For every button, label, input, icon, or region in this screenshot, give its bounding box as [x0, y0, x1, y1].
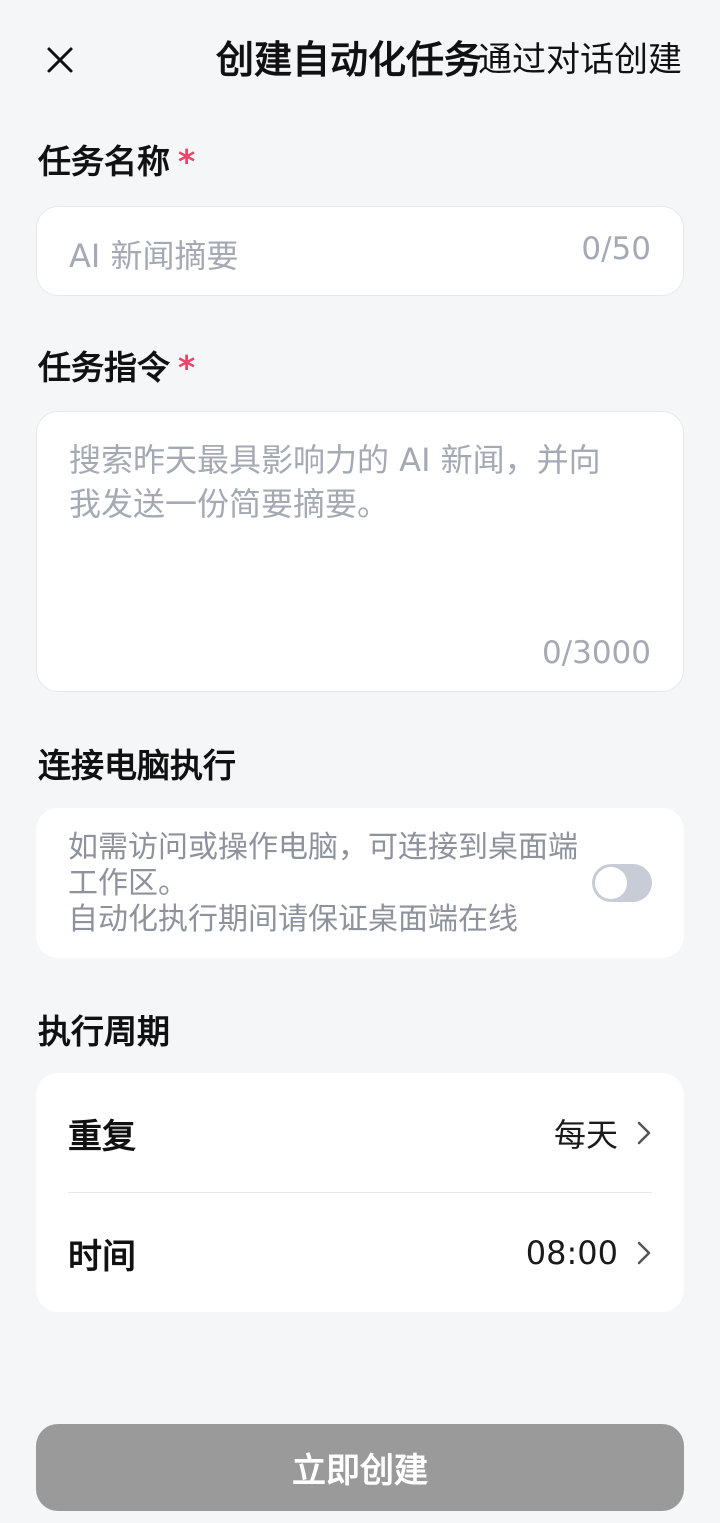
schedule-label: 执行周期 [38, 1012, 170, 1051]
time-label: 时间 [68, 1236, 136, 1277]
required-mark: * [178, 348, 196, 387]
close-button[interactable] [40, 40, 80, 80]
header: 创建自动化任务 通过对话创建 [0, 0, 720, 120]
task-name-label-text: 任务名称 [38, 142, 170, 181]
create-via-dialog-button[interactable]: 通过对话创建 [478, 38, 682, 82]
computer-exec-description: 如需访问或操作电脑，可连接到桌面端工作区。 自动化执行期间请保证桌面端在线 [68, 830, 578, 938]
computer-exec-description-line2: 自动化执行期间请保证桌面端在线 [68, 902, 518, 937]
chevron-right-icon [637, 1241, 651, 1265]
task-name-counter: 0/50 [581, 231, 651, 267]
repeat-value: 每天 [553, 1116, 618, 1154]
computer-exec-card: 如需访问或操作电脑，可连接到桌面端工作区。 自动化执行期间请保证桌面端在线 [36, 808, 684, 958]
close-icon [47, 47, 73, 73]
time-value-wrap: 08:00 [526, 1234, 652, 1272]
task-instruction-counter: 0/3000 [541, 635, 651, 671]
task-instruction-label: 任务指令 * [38, 346, 195, 390]
schedule-card: 重复 每天 时间 08:00 [36, 1073, 684, 1312]
repeat-row[interactable]: 重复 每天 [68, 1073, 652, 1193]
task-instruction-label-text: 任务指令 [38, 348, 170, 387]
repeat-value-wrap: 每天 [554, 1110, 652, 1156]
task-instruction-placeholder: 搜索昨天最具影响力的 AI 新闻，并向我发送一份简要摘要。 [69, 441, 601, 523]
computer-exec-toggle[interactable] [592, 864, 652, 902]
page-title: 创建自动化任务 [216, 38, 483, 82]
task-name-placeholder: AI 新闻摘要 [69, 237, 239, 275]
repeat-label: 重复 [68, 1116, 136, 1157]
time-row[interactable]: 时间 08:00 [68, 1193, 652, 1313]
task-name-label: 任务名称 * [38, 140, 195, 184]
time-value: 08:00 [525, 1234, 618, 1272]
toggle-knob [595, 867, 627, 899]
create-now-button[interactable]: 立即创建 [36, 1424, 684, 1511]
computer-exec-description-line1: 如需访问或操作电脑，可连接到桌面端工作区。 [68, 830, 578, 901]
task-name-input[interactable]: AI 新闻摘要 0/50 [36, 206, 684, 296]
required-mark: * [178, 142, 196, 181]
computer-exec-label: 连接电脑执行 [38, 746, 236, 785]
chevron-right-icon [637, 1121, 651, 1145]
task-instruction-input[interactable]: 搜索昨天最具影响力的 AI 新闻，并向我发送一份简要摘要。 0/3000 [36, 411, 684, 692]
